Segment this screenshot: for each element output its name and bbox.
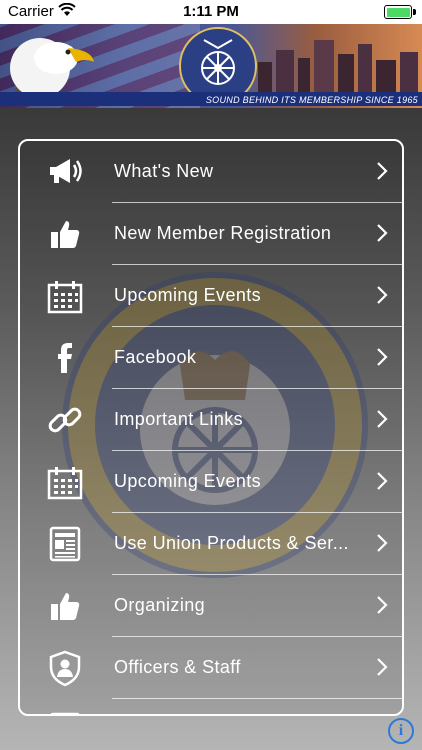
thumbs-up-icon — [51, 221, 80, 248]
header-banner: SOUND BEHIND ITS MEMBERSHIP SINCE 1965 — [0, 24, 422, 108]
status-bar: Carrier 1:11 PM — [0, 0, 422, 24]
menu-item-facebook[interactable]: Facebook — [20, 327, 402, 389]
menu-item-label: Officers & Staff — [114, 657, 241, 677]
facebook-icon — [58, 343, 72, 373]
info-button[interactable]: i — [388, 718, 414, 744]
newspaper-icon — [49, 526, 81, 562]
thumbs-up-icon — [51, 593, 80, 620]
menu-item-label: Upcoming Events — [114, 285, 262, 305]
menu-item-label: Organizing — [114, 595, 206, 615]
menu-item-organizing[interactable]: Organizing — [20, 575, 402, 637]
menu-item-label: What's New — [114, 161, 214, 181]
menu-item-union-products[interactable]: Use Union Products & Ser... — [20, 513, 402, 575]
chevron-right-icon — [377, 472, 388, 490]
chevron-right-icon — [377, 286, 388, 304]
menu-item-new-member-registration[interactable]: New Member Registration — [20, 203, 402, 265]
menu-item-important-links[interactable]: Important Links — [20, 389, 402, 451]
main-menu: What's New New Member Registration Upcom… — [18, 139, 404, 716]
menu-item-label: Facebook — [114, 347, 197, 367]
menu-item-label: Important Links — [114, 409, 244, 429]
menu-item-upcoming-events-2[interactable]: Upcoming Events — [20, 451, 402, 513]
newspaper-icon — [50, 712, 80, 714]
link-icon — [48, 407, 82, 433]
calendar-icon — [47, 467, 83, 500]
chevron-right-icon — [377, 596, 388, 614]
menu-item-label: Upcoming Events — [114, 471, 262, 491]
menu-item-officers-staff[interactable]: Officers & Staff — [20, 637, 402, 699]
menu-item-label: New Member Registration — [114, 223, 332, 243]
chevron-right-icon — [377, 162, 388, 180]
banner-tagline: SOUND BEHIND ITS MEMBERSHIP SINCE 1965 — [205, 95, 418, 105]
chevron-right-icon — [377, 534, 388, 552]
menu-item-label: Use Union Products & Ser... — [114, 533, 349, 553]
chevron-right-icon — [377, 224, 388, 242]
menu-item-whats-new[interactable]: What's New — [20, 141, 402, 203]
calendar-icon — [47, 281, 83, 314]
menu-item-partial[interactable] — [20, 699, 402, 714]
menu-item-upcoming-events[interactable]: Upcoming Events — [20, 265, 402, 327]
clock: 1:11 PM — [183, 3, 239, 20]
battery-icon — [384, 5, 416, 19]
chevron-right-icon — [377, 348, 388, 366]
shield-person-icon — [49, 650, 81, 687]
chevron-right-icon — [377, 410, 388, 428]
city-skyline — [258, 40, 418, 92]
megaphone-icon — [50, 159, 82, 183]
chevron-right-icon — [377, 658, 388, 676]
